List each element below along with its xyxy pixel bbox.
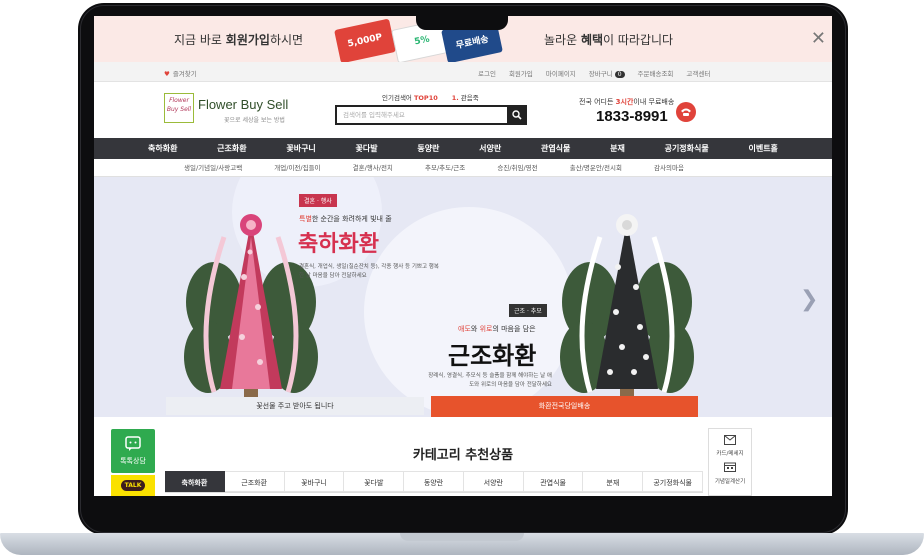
kakao-talk-icon: TALK	[120, 480, 146, 491]
promo-left-text: 지금 바로 회원가입하시면	[174, 33, 304, 47]
promo-right-text: 놀라운 혜택이 따라갑니다	[544, 33, 674, 47]
quick-menu: 카드/메세지 기념일계산기	[708, 428, 752, 496]
hero-description: 결혼식, 개업식, 생일(칠순잔치 등), 각종 행사 등 기쁘고 행복한 날 …	[299, 264, 439, 279]
nav-item-western-orchid[interactable]: 서양란	[479, 138, 501, 159]
hero-title: 근조화환	[448, 342, 537, 370]
subnav-item[interactable]: 결혼/행사/전치	[353, 159, 393, 177]
site-header: Flower Buy Sell Flower Buy Sell 꽃으로 세상을 …	[94, 82, 832, 138]
nav-item-air-purifying[interactable]: 공기정화식물	[665, 138, 709, 159]
nav-item-flower-basket[interactable]: 꽃바구니	[286, 138, 315, 159]
utility-bar: ♥ 즐겨찾기 로그인 회원가입 마이페이지 장바구니 0 주문배송조회 고객센터	[94, 62, 832, 82]
mypage-link[interactable]: 마이페이지	[546, 68, 576, 78]
tab-western-orchid[interactable]: 서양란	[463, 471, 524, 492]
subnav-item[interactable]: 승진/취임/영전	[497, 159, 537, 177]
login-link[interactable]: 로그인	[478, 68, 496, 78]
search-icon	[512, 110, 522, 120]
subnav-item[interactable]: 감사의마음	[654, 159, 684, 177]
calendar-icon	[724, 462, 736, 472]
hero-slide-tab[interactable]: 꽃선물 주고 받아도 됩니다	[166, 397, 424, 415]
hero-banner[interactable]: 결혼 · 행사 특별한 순간을 화려하게 빛내 줄 축하화환 결혼식, 개업식,…	[94, 177, 832, 417]
tab-oriental-orchid[interactable]: 동양란	[404, 471, 464, 492]
signup-link[interactable]: 회원가입	[509, 68, 533, 78]
subnav-item[interactable]: 개업/이전/집들이	[274, 159, 320, 177]
sub-nav: 생일/기념일/사랑고백 개업/이전/집들이 결혼/행사/전치 추모/추도/근조 …	[94, 159, 832, 177]
envelope-icon	[724, 435, 736, 445]
tab-bonsai[interactable]: 분재	[583, 471, 644, 492]
order-tracking-link[interactable]: 주문배송조회	[638, 68, 674, 78]
logo-mark[interactable]: Flower Buy Sell	[164, 93, 194, 123]
tab-condolence-wreath[interactable]: 근조화환	[224, 471, 285, 492]
logo-text[interactable]: Flower Buy Sell	[198, 97, 288, 112]
kakao-talk-button[interactable]: TALK	[111, 475, 155, 496]
account-links: 로그인 회원가입 마이페이지 장바구니 0 주문배송조회 고객센터	[478, 68, 710, 78]
browser-screen: 지금 바로 회원가입하시면 5,000P 5% 무료배송 놀라운 혜택이 따라갑…	[94, 16, 832, 496]
category-tag: 결혼 · 행사	[299, 194, 337, 207]
tab-air-purifying[interactable]: 공기정화식물	[643, 471, 704, 492]
main-nav: 축하화환 근조화환 꽃바구니 꽃다발 동양란 서양란 관엽식물 분재 공기정화식…	[94, 138, 832, 159]
tab-congrats-wreath[interactable]: 축하화환	[165, 471, 225, 492]
tab-foliage[interactable]: 관엽식물	[523, 471, 584, 492]
chevron-right-icon[interactable]: ❯	[800, 287, 818, 312]
tab-bouquet[interactable]: 꽃다발	[344, 471, 405, 492]
condolence-wreath-image	[560, 214, 694, 397]
delivery-notice: 전국 어디든 3시간이내 무료배송	[579, 98, 675, 106]
nav-item-bonsai[interactable]: 분재	[610, 138, 625, 159]
close-icon[interactable]: ✕	[811, 28, 826, 49]
phone-icon[interactable]	[676, 102, 696, 122]
tab-flower-basket[interactable]: 꽃바구니	[284, 471, 345, 492]
phone-number[interactable]: 1833-8991	[596, 108, 668, 125]
nav-item-event-hall[interactable]: 이벤트홀	[748, 138, 777, 159]
nav-item-oriental-orchid[interactable]: 동양란	[417, 138, 439, 159]
anniversary-calculator-link[interactable]: 기념일계산기	[709, 477, 751, 485]
nav-item-foliage[interactable]: 관엽식물	[541, 138, 570, 159]
nav-item-bouquet[interactable]: 꽃다발	[356, 138, 378, 159]
search-button[interactable]	[507, 105, 527, 125]
category-tabs: 축하화환 근조화환 꽃바구니 꽃다발 동양란 서양란 관엽식물 분재 공기정화식…	[165, 471, 704, 493]
cart-link[interactable]: 장바구니 0	[589, 68, 625, 78]
search-input[interactable]: 검색어를 입력해주세요	[335, 105, 507, 125]
nav-item-condolence-wreath[interactable]: 근조화환	[217, 138, 246, 159]
category-tag: 근조 · 추모	[509, 304, 547, 317]
nav-item-congrats-wreath[interactable]: 축하화환	[148, 138, 177, 159]
laptop-frame: 지금 바로 회원가입하시면 5,000P 5% 무료배송 놀라운 혜택이 따라갑…	[0, 0, 924, 560]
camera-notch	[416, 12, 508, 30]
cart-count-badge: 0	[614, 71, 625, 78]
hero-slide-tab-active[interactable]: 화환전국당일배송	[431, 396, 698, 417]
hero-subtitle: 특별한 순간을 화려하게 빛내 줄	[299, 215, 392, 223]
customer-center-link[interactable]: 고객센터	[686, 68, 710, 78]
popular-keywords: 인기검색어 TOP10 1. 관음죽	[382, 94, 479, 102]
subnav-item[interactable]: 추모/추도/근조	[425, 159, 465, 177]
category-section: 톡톡상담 TALK 카테고리 추천상품 축하화환 근조화환 꽃바구니 꽃다발 동…	[94, 417, 832, 496]
hero-subtitle: 애도와 위로의 마음을 담은	[458, 325, 536, 333]
card-message-link[interactable]: 카드/메세지	[709, 449, 751, 457]
bookmark-link[interactable]: ♥ 즐겨찾기	[164, 68, 197, 78]
hero-title: 축하화환	[298, 232, 379, 257]
popular-keyword-1[interactable]: 1. 관음죽	[452, 94, 479, 102]
hero-description: 장례식, 영결식, 추모식 등 슬픔을 함께 해야하는 날 애도와 위로의 마음…	[428, 373, 552, 388]
subnav-item[interactable]: 출산/명운안/전시회	[570, 159, 622, 177]
coupon-points: 5,000P	[334, 18, 396, 64]
subnav-item[interactable]: 생일/기념일/사랑고백	[184, 159, 242, 177]
logo-tagline: 꽃으로 세상을 보는 방법	[224, 117, 285, 124]
heart-icon: ♥	[164, 70, 170, 78]
